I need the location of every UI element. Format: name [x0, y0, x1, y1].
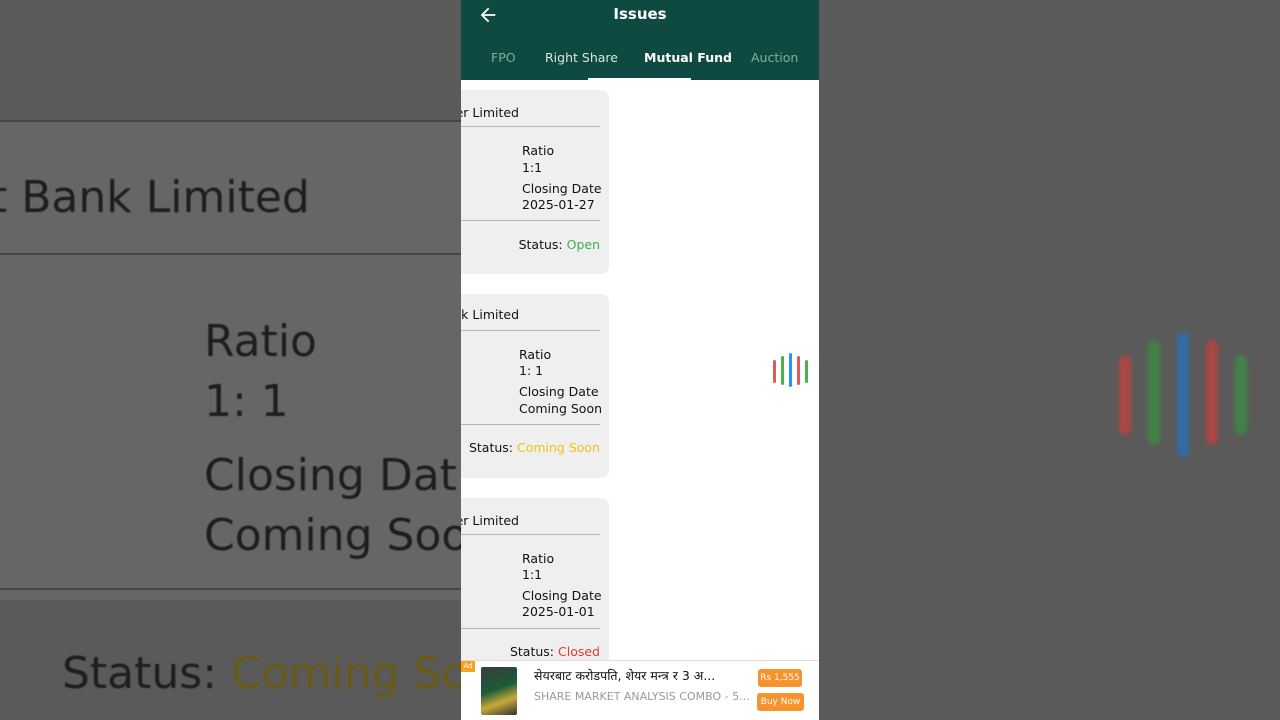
- background-divider: [0, 253, 461, 255]
- ratio-label: Ratio: [519, 347, 552, 362]
- background-zoom-left: t Bank Limited Ratio 1: 1 Closing Dat Co…: [0, 0, 461, 720]
- background-ratio-label: Ratio: [204, 316, 317, 367]
- background-loader-bar: [1235, 355, 1247, 435]
- tab-bar: FPO Right Share Mutual Fund Auction: [461, 48, 819, 80]
- issue-card[interactable]: t Bank Limited Ratio 1: 1 Closing Date C…: [461, 294, 609, 478]
- closing-date-label: Closing Date: [522, 588, 602, 603]
- background-loader-bar: [1206, 340, 1218, 445]
- app-header: Issues FPO Right Share Mutual Fund Aucti…: [461, 0, 819, 80]
- card-divider: [461, 424, 600, 425]
- background-card-name: t Bank Limited: [0, 172, 310, 223]
- status-label: Status:: [518, 237, 563, 252]
- background-loader-bar: [1119, 355, 1131, 435]
- issue-card[interactable]: er Limited Ratio 1:1 Closing Date 2025-0…: [461, 90, 609, 274]
- page-title: Issues: [613, 5, 667, 23]
- ad-price-badge: Rs 1,555: [758, 669, 802, 687]
- closing-date-value: Coming Soon: [519, 401, 603, 416]
- background-closing-label: Closing Dat: [204, 450, 457, 501]
- closing-date-label: Closing Date: [522, 181, 602, 196]
- card-divider: [461, 220, 600, 221]
- issue-name: er Limited: [461, 513, 519, 528]
- ratio-label: Ratio: [522, 143, 555, 158]
- card-divider: [461, 126, 600, 127]
- closing-date-value: 2025-01-27: [522, 197, 595, 212]
- tab-fpo[interactable]: FPO: [491, 50, 516, 65]
- background-zoom-right: [819, 0, 1280, 720]
- loader-bar: [781, 356, 784, 385]
- status-row: Status: Open: [519, 237, 600, 252]
- card-divider: [461, 628, 600, 629]
- loader-bar: [773, 360, 776, 383]
- background-loader-bar: [1148, 340, 1160, 445]
- status-badge: Coming Soon: [516, 440, 600, 455]
- loading-indicator: [773, 353, 813, 387]
- card-divider: [461, 534, 600, 535]
- ad-banner[interactable]: Ad सेयरबाट करोडपति, शेयर मन्त्र र 3 अ...…: [461, 660, 819, 720]
- active-tab-indicator: [588, 78, 691, 80]
- loader-bar: [797, 356, 800, 385]
- issue-card[interactable]: er Limited Ratio 1:1 Closing Date 2025-0…: [461, 498, 609, 668]
- ad-badge: Ad: [461, 661, 475, 672]
- ratio-label: Ratio: [522, 551, 555, 566]
- status-row: Status: Closed: [510, 644, 600, 659]
- card-divider: [461, 330, 600, 331]
- ratio-value: 1: 1: [519, 363, 544, 378]
- tab-mutual-fund[interactable]: Mutual Fund: [644, 50, 732, 65]
- ad-title[interactable]: सेयरबाट करोडपति, शेयर मन्त्र र 3 अ...: [534, 667, 744, 684]
- background-divider: [0, 588, 461, 590]
- background-status: Status: Coming Soo: [62, 648, 461, 699]
- background-closing-value: Coming Soo: [204, 510, 461, 561]
- phone-screen: Issues FPO Right Share Mutual Fund Aucti…: [461, 0, 819, 720]
- status-badge: Open: [566, 237, 600, 252]
- status-badge: Closed: [558, 644, 600, 659]
- background-status-value: Coming Soo: [231, 648, 461, 699]
- tab-auction[interactable]: Auction: [751, 50, 798, 65]
- loader-bar: [805, 360, 808, 383]
- ratio-value: 1:1: [522, 567, 543, 582]
- background-ratio-value: 1: 1: [204, 376, 289, 427]
- status-label: Status:: [468, 440, 513, 455]
- ad-subtitle: SHARE MARKET ANALYSIS COMBO - 5...: [534, 690, 749, 703]
- issue-name: er Limited: [461, 105, 519, 120]
- tab-right-share[interactable]: Right Share: [545, 50, 618, 65]
- closing-date-value: 2025-01-01: [522, 604, 595, 619]
- closing-date-label: Closing Date: [519, 384, 599, 399]
- loader-bar: [789, 353, 792, 387]
- status-row: Status: Coming Soon: [469, 440, 600, 455]
- ad-buy-now-button[interactable]: Buy Now: [757, 693, 804, 711]
- ad-product-image[interactable]: [481, 667, 517, 715]
- background-loader-bar: [1177, 332, 1189, 457]
- issue-name: t Bank Limited: [461, 307, 519, 322]
- background-status-label: Status:: [62, 648, 218, 699]
- status-label: Status:: [509, 644, 555, 659]
- ratio-value: 1:1: [522, 160, 543, 175]
